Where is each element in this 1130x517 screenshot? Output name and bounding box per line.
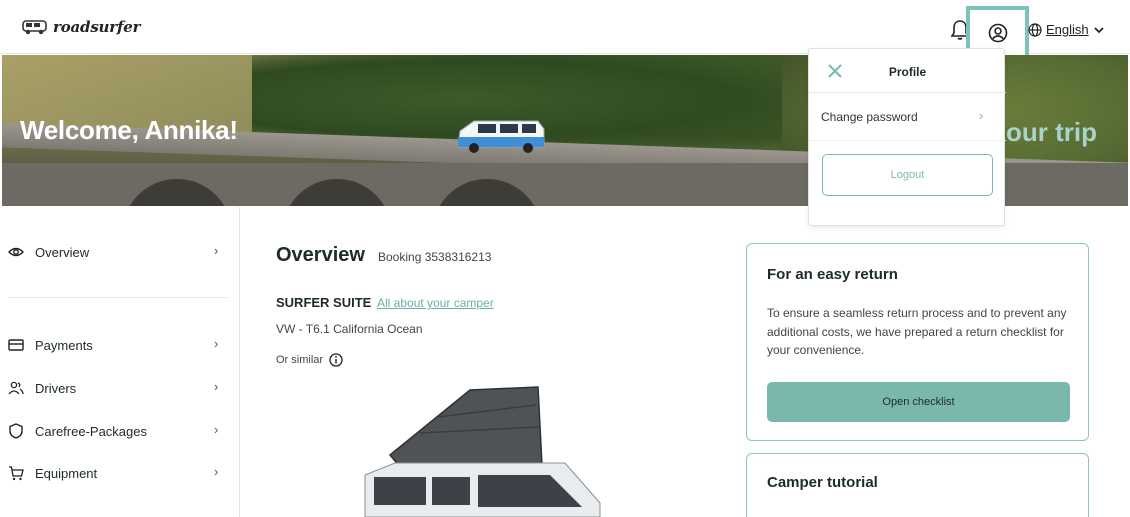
sidebar: Overview › Payments › Drivers › Carefree… [0,207,240,517]
or-similar-label: Or similar [276,354,324,366]
info-icon[interactable] [329,353,343,367]
booking-number: Booking 3538316213 [378,250,492,264]
sidebar-item-label: Payments [35,338,93,353]
roadsurfer-logo[interactable]: roadsurfer [22,18,140,36]
camper-van-image [364,386,601,517]
camper-tutorial-card[interactable]: Camper tutorial [746,453,1089,517]
sidebar-divider [8,297,228,298]
sidebar-item-label: Equipment [35,466,98,481]
logo-text: roadsurfer [53,18,141,36]
change-password-item[interactable]: Change password [821,110,918,124]
chevron-down-icon [1094,26,1104,33]
top-header: roadsurfer English [0,0,1130,59]
chevron-right-icon: › [214,379,219,394]
chevron-right-icon: › [214,422,219,437]
globe-icon [1028,22,1042,37]
welcome-heading: Welcome, Annika! [20,115,238,145]
sidebar-item-equipment[interactable]: Equipment › [0,461,230,485]
card-title: For an easy return [767,266,898,283]
users-icon [8,381,24,395]
easy-return-card: For an easy return To ensure a seamless … [746,243,1089,441]
logout-button[interactable]: Logout [822,154,993,196]
dropdown-divider [809,92,1006,93]
language-label: English [1046,22,1089,37]
sidebar-item-drivers[interactable]: Drivers › [0,376,230,400]
sidebar-item-label: Overview [35,245,90,260]
user-circle-icon [988,23,1007,42]
dropdown-title: Profile [888,65,927,79]
chevron-right-icon: › [214,336,219,351]
chevron-right-icon: › [214,243,219,258]
dropdown-divider [809,140,1006,141]
eye-icon [8,247,24,257]
camper-model: VW - T6.1 California Ocean [276,322,423,336]
campervan-image [457,120,545,153]
sidebar-item-label: Drivers [35,381,77,396]
card-title: Camper tutorial [767,474,878,491]
hero-right-text: our trip [1006,117,1097,147]
shield-icon [9,423,23,439]
sidebar-item-overview[interactable]: Overview › [0,240,230,264]
profile-dropdown: Profile Change password › Logout [808,48,1006,226]
chevron-right-icon: › [979,108,984,123]
language-selector[interactable]: English [1028,22,1105,37]
page-title: Overview [276,244,365,266]
card-description: To ensure a seamless return process and … [767,306,1067,357]
sidebar-item-carefree-packages[interactable]: Carefree-Packages › [0,419,230,443]
chevron-right-icon: › [214,464,219,479]
sidebar-item-label: Carefree-Packages [35,424,147,439]
or-similar-row: Or similar [276,353,343,367]
van-logo-icon [22,20,47,35]
open-checklist-button[interactable]: Open checklist [767,382,1070,422]
camper-name: SURFER SUITE [276,295,372,310]
cart-icon [9,466,24,481]
sidebar-item-payments[interactable]: Payments › [0,333,230,357]
card-icon [8,339,24,351]
camper-info-link[interactable]: All about your camper [377,296,494,310]
